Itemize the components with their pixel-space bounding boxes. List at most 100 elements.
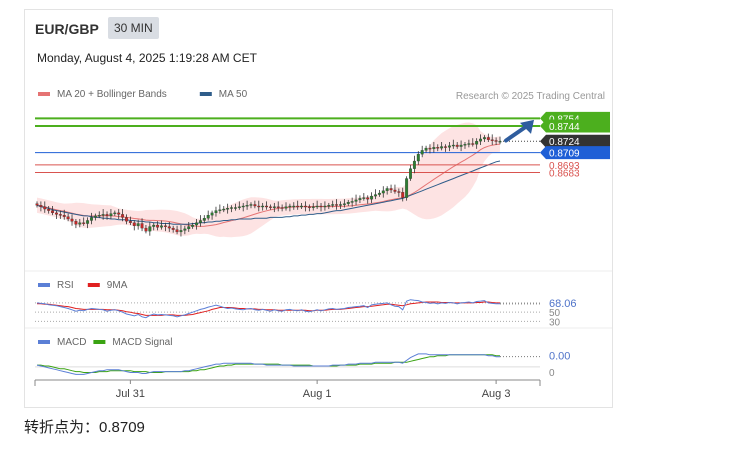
candle-up (311, 206, 315, 208)
x-tick-label: Aug 1 (303, 388, 332, 400)
candle-up (409, 168, 412, 179)
candle-down (296, 205, 300, 208)
candle-up (362, 197, 366, 199)
candle-up (342, 203, 346, 205)
candle-up (183, 228, 187, 231)
candle-up (195, 222, 198, 226)
candle-up (78, 222, 82, 225)
candle-down (70, 218, 74, 222)
candle-down (117, 212, 121, 215)
candle-up (93, 215, 97, 218)
candle-down (105, 214, 109, 217)
candle-up (432, 147, 436, 150)
level-label-pivot: 0.8709 (549, 149, 580, 160)
rsi-level-label: 30 (549, 317, 561, 328)
candle-up (148, 226, 152, 232)
candle-up (350, 201, 354, 203)
candle-down (276, 206, 280, 208)
candle-up (475, 141, 479, 145)
overlay-layer (504, 119, 534, 143)
legend-swatch (199, 92, 212, 96)
candle-down (47, 208, 51, 211)
candle-up (323, 205, 327, 208)
candle-up (233, 207, 237, 209)
candle-down (51, 210, 55, 214)
candle-up (202, 218, 206, 221)
x-tick-label: Aug 3 (482, 388, 511, 400)
candle-up (245, 205, 249, 207)
rsi-panel: RSI 9MA68.065030 (35, 280, 577, 328)
legend-label: 9MA (107, 280, 128, 291)
candle-down (490, 139, 494, 141)
candle-up (346, 202, 350, 204)
candle-up (381, 190, 385, 194)
candle-down (121, 214, 125, 218)
candle-down (455, 144, 459, 147)
candle-down (304, 205, 307, 208)
candle-down (253, 204, 257, 207)
candle-up (498, 141, 502, 143)
candle-up (327, 205, 331, 207)
x-axis: Jul 31 Aug 1 Aug 3 (34, 379, 541, 400)
candle-up (451, 144, 455, 147)
candle-down (428, 147, 432, 150)
candle-down (494, 140, 498, 142)
legend-swatch (38, 340, 50, 344)
candle-down (389, 188, 393, 191)
candle-up (300, 205, 304, 208)
legend-swatch (38, 92, 50, 96)
candle-down (444, 146, 447, 148)
candle-down (471, 143, 475, 145)
candle-up (249, 204, 253, 206)
candle-up (187, 226, 191, 230)
candle-up (412, 160, 416, 169)
legend-label: RSI (57, 280, 74, 291)
candle-up (377, 192, 381, 195)
candle-up (237, 206, 241, 208)
candle-up (101, 214, 105, 216)
candle-up (206, 214, 210, 219)
legend-label: MACD Signal (112, 337, 172, 348)
candle-down (268, 206, 272, 208)
candle-up (370, 195, 374, 200)
candle-up (222, 208, 226, 211)
candle-up (416, 154, 420, 162)
legend-swatch (87, 283, 100, 287)
level-label-support: 0.8683 (549, 168, 580, 179)
candle-up (292, 205, 296, 208)
candle-down (43, 206, 47, 210)
candle-up (179, 230, 183, 233)
candle-up (459, 144, 463, 147)
candle-down (140, 223, 144, 229)
candle-down (257, 205, 261, 208)
candle-up (284, 206, 288, 209)
candle-up (440, 146, 444, 149)
candle-up (109, 213, 113, 217)
candle-up (374, 194, 377, 197)
candle-up (214, 210, 218, 214)
candle-down (307, 206, 311, 208)
candle-up (261, 205, 265, 208)
candle-up (354, 199, 358, 202)
candle-down (58, 214, 62, 216)
candle-down (280, 207, 284, 209)
candle-up (272, 206, 276, 208)
candle-down (35, 203, 39, 206)
candle-down (486, 137, 490, 140)
candle-up (230, 207, 233, 209)
candle-down (335, 204, 339, 206)
candle-up (198, 220, 202, 223)
candle-up (90, 217, 93, 221)
candle-down (163, 225, 167, 227)
level-label-resistance: 0.8744 (549, 122, 580, 133)
credit-label: Research © 2025 Trading Central (456, 91, 605, 102)
candle-up (241, 205, 245, 208)
candle-up (226, 208, 230, 210)
candle-up (218, 209, 222, 211)
candle-down (171, 227, 175, 230)
candle-down (366, 197, 370, 200)
rsi-ma9-line (37, 301, 500, 316)
candle-up (160, 225, 163, 228)
candle-down (319, 205, 323, 208)
x-tick-label: Jul 31 (116, 388, 145, 400)
